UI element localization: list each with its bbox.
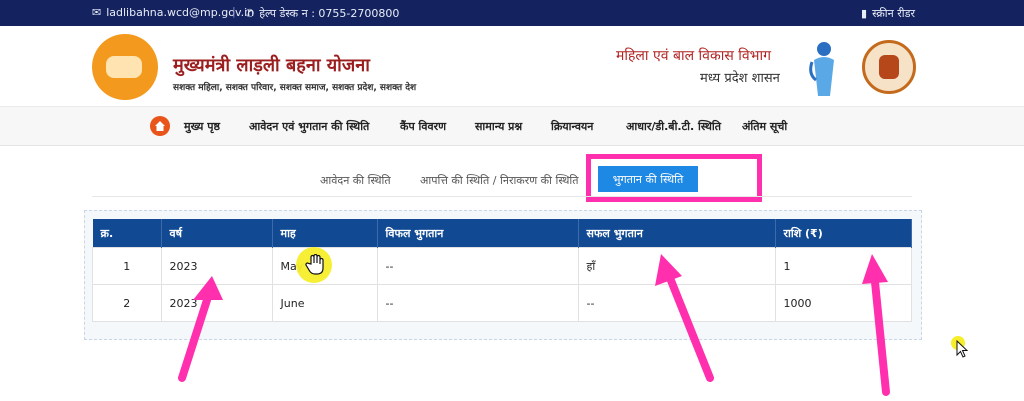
arrow-success bbox=[666, 274, 714, 382]
arrow-year bbox=[178, 296, 211, 382]
annotation-arrows bbox=[178, 254, 890, 396]
arrow-amount-head bbox=[862, 254, 888, 284]
arrow-amount bbox=[871, 278, 890, 396]
arrow-year-head bbox=[193, 276, 223, 300]
